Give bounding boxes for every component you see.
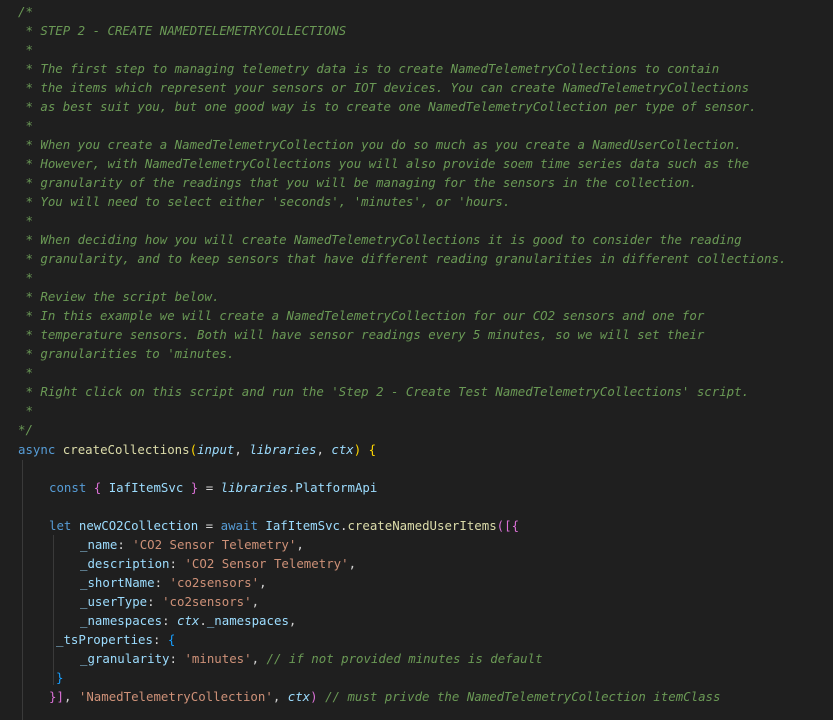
keyword-const: const xyxy=(49,480,87,495)
prop-value: 'minutes' xyxy=(184,651,252,666)
keyword-async: async xyxy=(18,442,56,457)
method-create-named-user-items: createNamedUserItems xyxy=(347,518,497,533)
code-line-prop-tsproperties[interactable]: _tsProperties: { xyxy=(56,630,175,649)
indent-guide xyxy=(53,535,54,685)
code-line-prop-usertype[interactable]: _userType: 'co2sensors', xyxy=(80,592,259,611)
code-line-prop-namespaces[interactable]: _namespaces: ctx._namespaces, xyxy=(80,611,296,630)
param-libraries: libraries xyxy=(249,442,317,457)
comment-line: * STEP 2 - CREATE NAMEDTELEMETRYCOLLECTI… xyxy=(18,23,347,38)
prop-value: 'CO2 Sensor Telemetry' xyxy=(132,537,297,552)
ctx-ref: ctx xyxy=(176,613,200,628)
prop-key: _userType xyxy=(80,594,148,609)
prop-key: _granularity xyxy=(80,651,170,666)
comment-line: * xyxy=(18,213,33,228)
comment-line: * You will need to select either 'second… xyxy=(18,194,511,209)
comment-line: * xyxy=(18,403,33,418)
comment-line: */ xyxy=(18,422,33,437)
inline-comment: // must privde the NamedTelemetryCollect… xyxy=(325,689,721,704)
comma: , xyxy=(234,442,250,457)
function-name: createCollections xyxy=(62,442,190,457)
comment-line: * temperature sensors. Both will have se… xyxy=(18,327,705,342)
code-line-close-call[interactable]: }], 'NamedTelemetryCollection', ctx) // … xyxy=(49,687,720,706)
libraries-ref: libraries xyxy=(220,480,288,495)
code-line-prop-shortname[interactable]: _shortName: 'co2sensors', xyxy=(80,573,267,592)
comment-line: * granularities to 'minutes. xyxy=(18,346,235,361)
prop-value: 'CO2 Sensor Telemetry' xyxy=(184,556,349,571)
comment-line: * the items which represent your sensors… xyxy=(18,80,750,95)
var-iaf-item-svc: IafItemSvc xyxy=(108,480,184,495)
var-iaf-item-svc: IafItemSvc xyxy=(265,518,340,533)
prop-value: 'co2sensors' xyxy=(169,575,260,590)
equals: = xyxy=(198,480,221,495)
comment-line: /* xyxy=(18,4,33,19)
comment-line: * When you create a NamedTelemetryCollec… xyxy=(18,137,742,152)
brace: { xyxy=(93,480,102,495)
comment-line: * xyxy=(18,118,33,133)
prop-key: _name xyxy=(80,537,118,552)
inline-comment: // if not provided minutes is default xyxy=(266,651,543,666)
open-call: ([{ xyxy=(496,518,520,533)
comment-line: * The first step to managing telemetry d… xyxy=(18,61,720,76)
comment-line: * xyxy=(18,365,33,380)
paren: ( xyxy=(189,442,198,457)
comment-line: * granularity, and to keep sensors that … xyxy=(18,251,787,266)
code-line-function-signature[interactable]: async createCollections(input, libraries… xyxy=(18,440,376,459)
item-class-arg: 'NamedTelemetryCollection' xyxy=(78,689,273,704)
param-ctx: ctx xyxy=(331,442,354,457)
prop-value: 'co2sensors' xyxy=(162,594,252,609)
comment-line: * xyxy=(18,270,33,285)
ctx-arg: ctx xyxy=(287,689,311,704)
code-line-prop-name[interactable]: _name: 'CO2 Sensor Telemetry', xyxy=(80,535,304,554)
code-line-const[interactable]: const { IafItemSvc } = libraries.Platfor… xyxy=(49,478,377,497)
prop-key: _shortName xyxy=(80,575,155,590)
keyword-let: let xyxy=(49,518,72,533)
code-line-prop-description[interactable]: _description: 'CO2 Sensor Telemetry', xyxy=(80,554,356,573)
namespaces-prop: _namespaces xyxy=(206,613,289,628)
comment-line: * granularity of the readings that you w… xyxy=(18,175,697,190)
prop-key: _namespaces xyxy=(80,613,163,628)
platform-api: PlatformApi xyxy=(295,480,378,495)
var-new-co2-collection: newCO2Collection xyxy=(78,518,199,533)
comment-line: * However, with NamedTelemetryCollection… xyxy=(18,156,750,171)
comment-line: * When deciding how you will create Name… xyxy=(18,232,742,247)
comment-line: * Review the script below. xyxy=(18,289,220,304)
comment-line: * In this example we will create a Named… xyxy=(18,308,705,323)
bracket: ] xyxy=(56,689,64,704)
comment-line: * Right click on this script and run the… xyxy=(18,384,750,399)
paren-brace: ) { xyxy=(353,442,377,457)
indent-guide xyxy=(22,460,23,720)
prop-key: _description xyxy=(80,556,170,571)
param-input: input xyxy=(197,442,235,457)
code-line-let[interactable]: let newCO2Collection = await IafItemSvc.… xyxy=(49,516,519,535)
comment-line: * xyxy=(18,42,33,57)
code-line-close-ts[interactable]: } xyxy=(56,668,63,687)
brace: } xyxy=(56,670,64,685)
code-editor[interactable]: /* * STEP 2 - CREATE NAMEDTELEMETRYCOLLE… xyxy=(0,0,833,720)
code-line-prop-granularity[interactable]: _granularity: 'minutes', // if not provi… xyxy=(80,649,543,668)
equals: = xyxy=(198,518,221,533)
paren: ) xyxy=(310,689,318,704)
brace: { xyxy=(167,632,176,647)
prop-key: _tsProperties xyxy=(56,632,153,647)
comment-line: * as best suit you, but one good way is … xyxy=(18,99,757,114)
keyword-await: await xyxy=(220,518,258,533)
comma: , xyxy=(316,442,332,457)
